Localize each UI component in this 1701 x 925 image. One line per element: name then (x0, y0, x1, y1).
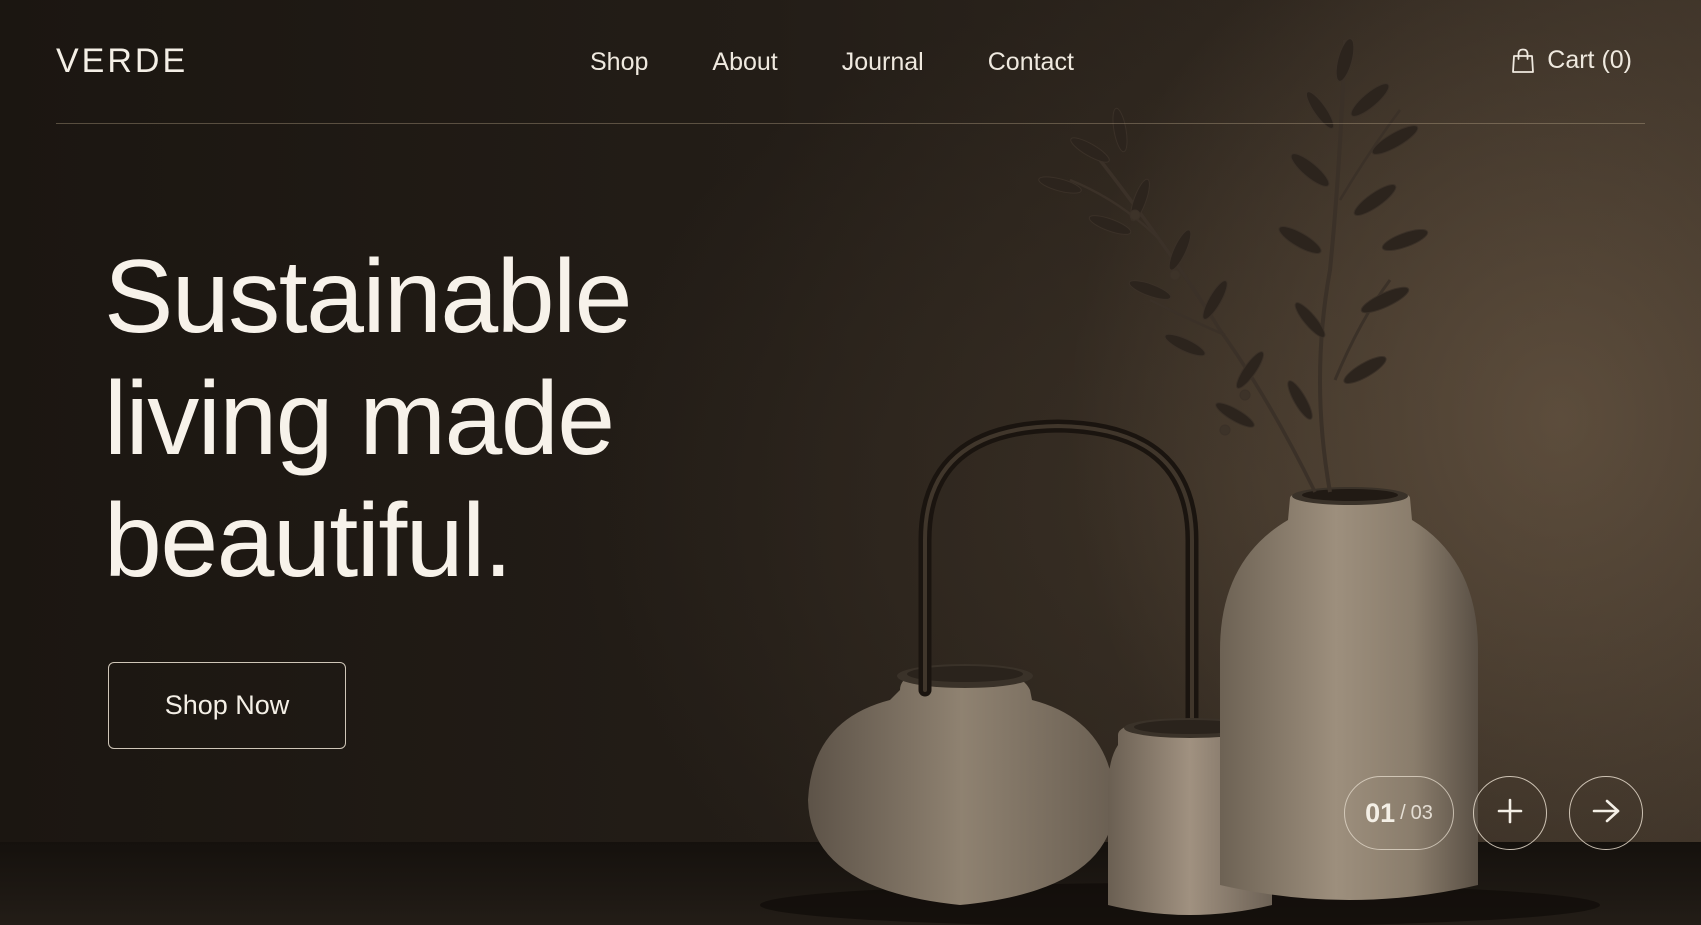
main-nav: Shop About Journal Contact (590, 48, 1074, 77)
slide-total: 03 (1410, 801, 1433, 824)
headline-line-3: beautiful. (104, 483, 513, 599)
plus-button[interactable] (1473, 776, 1547, 850)
shop-now-button[interactable]: Shop Now (108, 662, 346, 749)
cart-button[interactable]: Cart (0) (1511, 46, 1632, 75)
header-divider (56, 123, 1645, 124)
nav-item-shop[interactable]: Shop (590, 48, 648, 77)
wide-vase (808, 664, 1115, 905)
plus-icon (1496, 797, 1524, 830)
brand-logo[interactable]: VERDE (56, 42, 188, 81)
headline-line-2: living made (104, 361, 615, 477)
slide-counter: 01 / 03 (1344, 776, 1454, 850)
next-slide-button[interactable] (1569, 776, 1643, 850)
slide-separator: / (1400, 801, 1406, 824)
arrow-right-icon (1591, 798, 1621, 829)
cart-label: Cart (0) (1547, 46, 1632, 74)
nav-item-about[interactable]: About (712, 48, 777, 77)
hero-section: VERDE Shop About Journal Contact Cart (0… (0, 0, 1701, 925)
hero-headline: Sustainable living made beautiful. (104, 236, 744, 602)
slide-current: 01 (1365, 797, 1396, 828)
headline-line-1: Sustainable (104, 239, 633, 355)
nav-item-journal[interactable]: Journal (842, 48, 924, 77)
nav-item-contact[interactable]: Contact (988, 48, 1074, 77)
shopping-bag-icon (1511, 48, 1535, 74)
